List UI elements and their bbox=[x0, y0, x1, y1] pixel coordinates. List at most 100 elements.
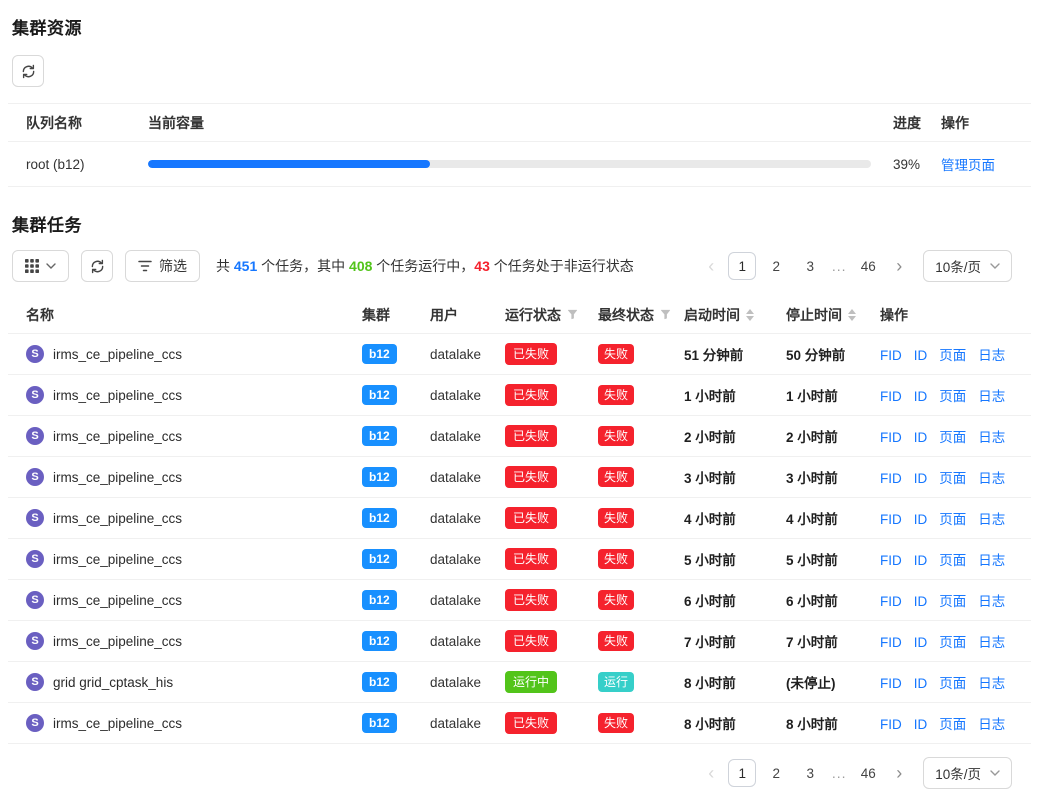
action-link-log[interactable]: 日志 bbox=[978, 471, 1005, 486]
stop-time: 3 小时前 bbox=[786, 467, 880, 487]
action-link-id[interactable]: ID bbox=[914, 430, 928, 445]
action-link-log[interactable]: 日志 bbox=[978, 717, 1005, 732]
action-link-page[interactable]: 页面 bbox=[939, 717, 966, 732]
cluster-badge: b12 bbox=[362, 590, 397, 610]
action-link-log[interactable]: 日志 bbox=[978, 594, 1005, 609]
layout-button[interactable] bbox=[12, 250, 69, 282]
action-link-fid[interactable]: FID bbox=[880, 348, 902, 363]
action-link-log[interactable]: 日志 bbox=[978, 676, 1005, 691]
page-button-46[interactable]: 46 bbox=[854, 252, 882, 280]
action-link-id[interactable]: ID bbox=[914, 717, 928, 732]
capacity-progress-bar bbox=[148, 160, 871, 168]
page-size-select[interactable]: 10条/页 bbox=[923, 250, 1012, 282]
refresh-icon bbox=[21, 64, 36, 79]
resources-refresh-button[interactable] bbox=[12, 55, 44, 87]
cluster-badge: b12 bbox=[362, 508, 397, 528]
action-link-fid[interactable]: FID bbox=[880, 676, 902, 691]
spark-avatar-icon: S bbox=[26, 714, 44, 732]
avatar-letter: S bbox=[31, 635, 38, 647]
action-link-page[interactable]: 页面 bbox=[939, 389, 966, 404]
filter-button[interactable]: 筛选 bbox=[125, 250, 200, 282]
prev-page-icon[interactable]: ‹ bbox=[697, 759, 725, 787]
task-user: datalake bbox=[430, 552, 505, 567]
page-button-3[interactable]: 3 bbox=[796, 759, 824, 787]
task-name: irms_ce_pipeline_ccs bbox=[53, 511, 182, 526]
col-progress: 进度 bbox=[893, 113, 941, 133]
action-link-fid[interactable]: FID bbox=[880, 471, 902, 486]
pagination-bottom: ‹ 123...46 › 10条/页 bbox=[697, 757, 1012, 789]
cluster-badge: b12 bbox=[362, 467, 397, 487]
action-link-page[interactable]: 页面 bbox=[939, 471, 966, 486]
run-status-badge: 已失败 bbox=[505, 712, 557, 734]
resources-row: root (b12) 39% 管理页面 bbox=[8, 142, 1031, 187]
page-button-1[interactable]: 1 bbox=[728, 759, 756, 787]
action-link-log[interactable]: 日志 bbox=[978, 430, 1005, 445]
row-actions: FID ID 页面日志 bbox=[880, 467, 1023, 487]
action-link-page[interactable]: 页面 bbox=[939, 594, 966, 609]
action-link-fid[interactable]: FID bbox=[880, 635, 902, 650]
action-link-page[interactable]: 页面 bbox=[939, 676, 966, 691]
action-link-fid[interactable]: FID bbox=[880, 553, 902, 568]
action-link-log[interactable]: 日志 bbox=[978, 635, 1005, 650]
spark-avatar-icon: S bbox=[26, 632, 44, 650]
row-actions: FID ID 页面日志 bbox=[880, 590, 1023, 610]
action-link-page[interactable]: 页面 bbox=[939, 553, 966, 568]
action-link-page[interactable]: 页面 bbox=[939, 635, 966, 650]
sort-icon[interactable] bbox=[746, 309, 754, 321]
action-link-page[interactable]: 页面 bbox=[939, 430, 966, 445]
task-user: datalake bbox=[430, 388, 505, 403]
action-link-id[interactable]: ID bbox=[914, 553, 928, 568]
task-name: irms_ce_pipeline_ccs bbox=[53, 388, 182, 403]
start-time: 1 小时前 bbox=[684, 385, 786, 405]
action-link-id[interactable]: ID bbox=[914, 512, 928, 527]
stop-time: (未停止) bbox=[786, 672, 880, 692]
action-link-log[interactable]: 日志 bbox=[978, 553, 1005, 568]
action-link-log[interactable]: 日志 bbox=[978, 512, 1005, 527]
action-link-page[interactable]: 页面 bbox=[939, 348, 966, 363]
action-link-log[interactable]: 日志 bbox=[978, 348, 1005, 363]
page-button-1[interactable]: 1 bbox=[728, 252, 756, 280]
page-button-2[interactable]: 2 bbox=[762, 252, 790, 280]
avatar-letter: S bbox=[31, 594, 38, 606]
action-link-id[interactable]: ID bbox=[914, 594, 928, 609]
resources-table: 队列名称 当前容量 进度 操作 root (b12) 39% 管理页面 bbox=[8, 103, 1031, 187]
action-link-id[interactable]: ID bbox=[914, 635, 928, 650]
task-user: datalake bbox=[430, 593, 505, 608]
next-page-icon[interactable]: › bbox=[885, 252, 913, 280]
page-button-3[interactable]: 3 bbox=[796, 252, 824, 280]
run-status-badge: 已失败 bbox=[505, 548, 557, 570]
action-link-id[interactable]: ID bbox=[914, 471, 928, 486]
run-status-badge: 已失败 bbox=[505, 343, 557, 365]
start-time: 5 小时前 bbox=[684, 549, 786, 569]
page-button-46[interactable]: 46 bbox=[854, 759, 882, 787]
run-status-badge: 已失败 bbox=[505, 384, 557, 406]
next-page-icon[interactable]: › bbox=[885, 759, 913, 787]
action-link-fid[interactable]: FID bbox=[880, 389, 902, 404]
action-link-fid[interactable]: FID bbox=[880, 430, 902, 445]
page-size-select[interactable]: 10条/页 bbox=[923, 757, 1012, 789]
action-link-fid[interactable]: FID bbox=[880, 717, 902, 732]
sort-icon[interactable] bbox=[848, 309, 856, 321]
action-link-page[interactable]: 页面 bbox=[939, 512, 966, 527]
filter-funnel-icon[interactable] bbox=[567, 309, 578, 320]
task-user: datalake bbox=[430, 347, 505, 362]
run-status-badge: 已失败 bbox=[505, 630, 557, 652]
action-link-id[interactable]: ID bbox=[914, 676, 928, 691]
avatar-letter: S bbox=[31, 553, 38, 565]
page-button-2[interactable]: 2 bbox=[762, 759, 790, 787]
filter-funnel-icon[interactable] bbox=[660, 309, 671, 320]
col-start-time: 启动时间 bbox=[684, 305, 786, 325]
prev-page-icon[interactable]: ‹ bbox=[697, 252, 725, 280]
capacity-cell bbox=[148, 160, 893, 168]
tasks-refresh-button[interactable] bbox=[81, 250, 113, 282]
final-status-badge: 失败 bbox=[598, 713, 634, 733]
action-link-log[interactable]: 日志 bbox=[978, 389, 1005, 404]
action-link-id[interactable]: ID bbox=[914, 348, 928, 363]
action-link-id[interactable]: ID bbox=[914, 389, 928, 404]
row-actions: FID ID 页面日志 bbox=[880, 713, 1023, 733]
task-table: 名称 集群 用户 运行状态 最终状态 启动时间 停止时间 bbox=[8, 296, 1031, 744]
manage-page-link[interactable]: 管理页面 bbox=[941, 158, 995, 173]
action-link-fid[interactable]: FID bbox=[880, 512, 902, 527]
page-size-value: 10条/页 bbox=[935, 256, 981, 276]
action-link-fid[interactable]: FID bbox=[880, 594, 902, 609]
